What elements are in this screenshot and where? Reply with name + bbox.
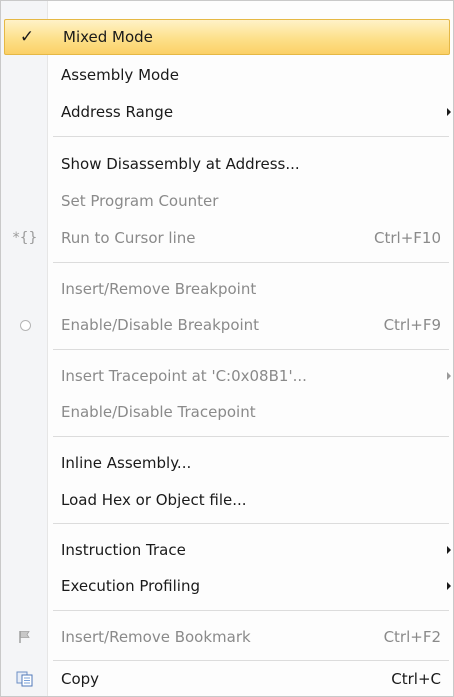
menu-item-insert-remove-breakpoint[interactable]: Insert/Remove Breakpoint — [3, 271, 453, 307]
menu-item-label: Mixed Mode — [63, 28, 153, 46]
breakpoint-circle-icon — [3, 307, 47, 343]
menu-item-label: Load Hex or Object file... — [61, 491, 247, 509]
menu-item-set-program-counter[interactable]: Set Program Counter — [3, 183, 453, 219]
menu-separator — [53, 349, 449, 350]
submenu-arrow-icon — [447, 582, 451, 590]
run-to-cursor-icon: *{} — [12, 230, 38, 246]
menu-item-copy[interactable]: Copy Ctrl+C — [3, 661, 453, 697]
menu-item-load-hex-file[interactable]: Load Hex or Object file... — [3, 482, 453, 518]
menu-item-label: Insert/Remove Breakpoint — [61, 280, 257, 298]
menu-item-shortcut: Ctrl+F10 — [374, 229, 441, 247]
context-menu: ✓ Mixed Mode Assembly Mode Address Range… — [0, 0, 454, 697]
menu-item-insert-tracepoint[interactable]: Insert Tracepoint at 'C:0x08B1'... — [3, 358, 453, 394]
menu-item-label: Instruction Trace — [61, 541, 186, 559]
menu-item-label: Run to Cursor line — [61, 229, 196, 247]
menu-item-shortcut: Ctrl+F2 — [383, 628, 441, 646]
menu-item-label: Set Program Counter — [61, 192, 219, 210]
menu-separator — [53, 262, 449, 263]
menu-item-label: Insert/Remove Bookmark — [61, 628, 251, 646]
copy-icon — [3, 661, 47, 697]
menu-item-inline-assembly[interactable]: Inline Assembly... — [3, 445, 453, 481]
menu-item-label: Show Disassembly at Address... — [61, 155, 300, 173]
menu-item-label: Inline Assembly... — [61, 454, 192, 472]
menu-item-enable-disable-breakpoint[interactable]: Enable/Disable Breakpoint Ctrl+F9 — [3, 307, 453, 343]
menu-separator — [53, 436, 449, 437]
bookmark-flag-icon — [3, 619, 47, 655]
menu-separator — [53, 610, 449, 611]
menu-item-run-to-cursor[interactable]: *{} Run to Cursor line Ctrl+F10 — [3, 220, 453, 256]
menu-item-show-disassembly[interactable]: Show Disassembly at Address... — [3, 146, 453, 182]
menu-item-label: Copy — [61, 670, 100, 688]
menu-item-shortcut: Ctrl+F9 — [383, 316, 441, 334]
menu-separator — [53, 136, 449, 137]
menu-item-label: Enable/Disable Breakpoint — [61, 316, 260, 334]
menu-item-label: Execution Profiling — [61, 577, 200, 595]
menu-item-mixed-mode[interactable]: ✓ Mixed Mode — [4, 19, 450, 55]
submenu-arrow-icon — [447, 546, 451, 554]
menu-item-insert-remove-bookmark[interactable]: Insert/Remove Bookmark Ctrl+F2 — [3, 619, 453, 655]
menu-separator — [53, 523, 449, 524]
menu-item-label: Address Range — [61, 103, 174, 121]
menu-item-assembly-mode[interactable]: Assembly Mode — [3, 57, 453, 93]
menu-item-label: Enable/Disable Tracepoint — [61, 403, 256, 421]
submenu-arrow-icon — [447, 108, 451, 116]
menu-item-label: Insert Tracepoint at 'C:0x08B1'... — [61, 367, 307, 385]
menu-item-enable-disable-tracepoint[interactable]: Enable/Disable Tracepoint — [3, 394, 453, 430]
menu-item-address-range[interactable]: Address Range — [3, 94, 453, 130]
menu-item-instruction-trace[interactable]: Instruction Trace — [3, 532, 453, 568]
menu-item-shortcut: Ctrl+C — [391, 670, 441, 688]
checkmark-icon: ✓ — [19, 27, 35, 47]
submenu-arrow-icon — [447, 372, 451, 380]
menu-item-label: Assembly Mode — [61, 66, 179, 84]
menu-item-execution-profiling[interactable]: Execution Profiling — [3, 568, 453, 604]
